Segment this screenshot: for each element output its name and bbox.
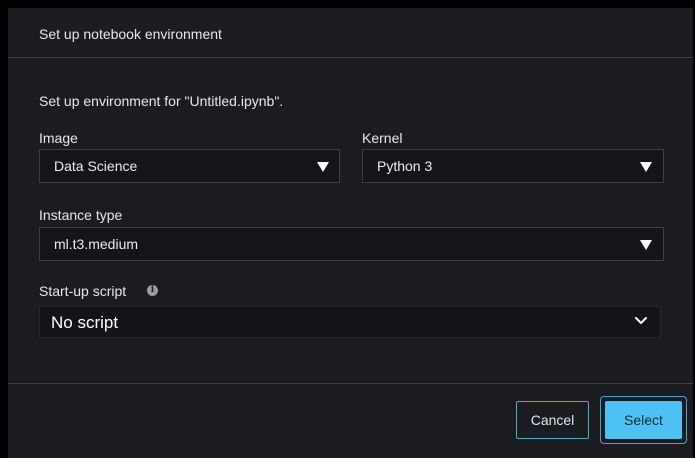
setup-notebook-dialog: Set up notebook environment Set up envir… (8, 8, 693, 458)
image-select-value: Data Science (54, 158, 138, 174)
startup-script-select[interactable]: No script (39, 306, 661, 338)
select-button[interactable]: Select (605, 401, 682, 439)
kernel-label: Kernel (362, 130, 403, 146)
caret-down-icon (317, 162, 329, 172)
instance-type-select-value: ml.t3.medium (54, 236, 139, 252)
dialog-header: Set up notebook environment (8, 8, 693, 58)
cancel-button[interactable]: Cancel (516, 401, 589, 439)
kernel-select[interactable]: Python 3 (362, 149, 664, 183)
dialog-footer: Cancel Select (8, 383, 693, 458)
info-icon[interactable]: i (147, 285, 158, 296)
instance-type-select[interactable]: ml.t3.medium (39, 227, 664, 261)
image-label: Image (39, 130, 78, 146)
startup-script-value: No script (51, 313, 119, 332)
dialog-title: Set up notebook environment (39, 26, 222, 42)
kernel-select-value: Python 3 (377, 158, 433, 174)
startup-script-label: Start-up script (39, 283, 127, 299)
setup-description: Set up environment for "Untitled.ipynb". (39, 93, 284, 109)
chevron-down-icon (635, 317, 647, 324)
caret-down-icon (640, 240, 652, 250)
image-select[interactable]: Data Science (39, 149, 340, 183)
instance-type-label: Instance type (39, 207, 123, 223)
caret-down-icon (640, 162, 652, 172)
